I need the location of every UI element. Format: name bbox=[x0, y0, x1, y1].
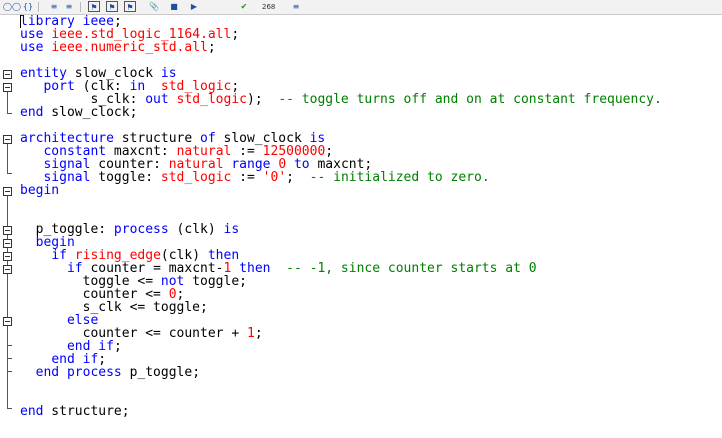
bookmark-prev-icon[interactable]: ⚑ bbox=[88, 1, 100, 12]
marker-icon[interactable]: ■ bbox=[168, 1, 180, 12]
code-token: ; bbox=[231, 27, 240, 42]
code-line[interactable] bbox=[20, 379, 662, 392]
code-text[interactable]: library ieee; use ieee.std_logic_1164.all… bbox=[20, 15, 662, 418]
fold-end bbox=[7, 371, 12, 372]
fold-gutter bbox=[0, 15, 17, 438]
fold-line bbox=[7, 92, 8, 113]
code-token: slow_clock; bbox=[43, 105, 138, 120]
glasses-icon[interactable]: ◯◯ bbox=[3, 1, 21, 12]
code-token: end process bbox=[35, 365, 122, 380]
code-token: ; bbox=[207, 40, 216, 55]
toolbar-separator bbox=[38, 2, 39, 12]
list-icon-2[interactable]: ≡ bbox=[63, 1, 75, 12]
code-token: is bbox=[223, 222, 240, 237]
bookmark-clear-icon[interactable]: ⚑ bbox=[124, 1, 136, 12]
fold-line bbox=[7, 345, 8, 358]
code-token: process bbox=[113, 222, 169, 237]
code-token: ; bbox=[113, 339, 122, 354]
code-token: ieee.numeric_std.all bbox=[51, 40, 208, 55]
code-token: std_logic bbox=[176, 92, 247, 107]
code-token: 1 bbox=[246, 326, 255, 341]
fold-toggle-entity[interactable] bbox=[3, 70, 12, 79]
fold-toggle-process-begin[interactable] bbox=[3, 239, 12, 248]
code-editor[interactable]: library ieee; use ieee.std_logic_1164.all… bbox=[0, 15, 722, 438]
fold-line bbox=[7, 326, 8, 345]
code-token: toggle: bbox=[90, 170, 161, 185]
fold-toggle-begin[interactable] bbox=[3, 187, 12, 196]
flag-icon[interactable]: ▶ bbox=[188, 1, 200, 12]
code-token: (clk) bbox=[168, 222, 224, 237]
code-token: structure; bbox=[43, 404, 130, 419]
code-line[interactable]: end structure; bbox=[20, 405, 662, 418]
fold-toggle-else[interactable] bbox=[3, 317, 12, 326]
text-cursor bbox=[20, 15, 21, 28]
code-line[interactable]: use ieee.numeric_std.all; bbox=[20, 41, 662, 54]
code-token: -- initialized to zero. bbox=[309, 170, 490, 185]
code-token: end bbox=[20, 404, 44, 419]
code-token: std_logic bbox=[160, 170, 232, 185]
fold-toggle-if-counter[interactable] bbox=[3, 265, 12, 274]
code-line[interactable]: signal toggle: std_logic := '0'; -- init… bbox=[20, 171, 662, 184]
code-line[interactable]: p_toggle: process (clk) is bbox=[20, 223, 662, 236]
fold-toggle-process[interactable] bbox=[3, 226, 12, 235]
code-token: '0' bbox=[262, 170, 287, 185]
code-line[interactable]: begin bbox=[20, 184, 662, 197]
code-token: ; bbox=[286, 170, 310, 185]
fold-end bbox=[7, 408, 12, 409]
code-token: ); bbox=[247, 92, 279, 107]
fold-line bbox=[7, 358, 8, 371]
fold-line bbox=[7, 144, 8, 173]
braces-icon[interactable]: {} bbox=[22, 1, 34, 12]
list-icon[interactable]: ≡ bbox=[48, 1, 60, 12]
line-count-icon[interactable]: 268 bbox=[262, 0, 275, 14]
code-line[interactable]: s_clk <= toggle; bbox=[20, 301, 662, 314]
toolbar: ◯◯ {} ≡ ≡ ⚑ ⚑ ⚑ 📎 ■ ▶ ✔ 268 ≡ bbox=[0, 0, 722, 15]
check-icon[interactable]: ✔ bbox=[238, 1, 250, 12]
fold-end bbox=[7, 113, 12, 114]
code-token: p_toggle; bbox=[121, 365, 201, 380]
code-token: -- toggle turns off and on at constant f… bbox=[278, 92, 662, 107]
code-token: ; bbox=[254, 326, 263, 341]
fold-toggle-architecture[interactable] bbox=[3, 135, 12, 144]
code-line[interactable] bbox=[20, 197, 662, 210]
code-token: toggle; bbox=[184, 274, 247, 289]
fold-end bbox=[7, 173, 12, 174]
code-line[interactable]: end if; bbox=[20, 340, 662, 353]
fold-line bbox=[7, 274, 8, 317]
code-token: -- -1, since counter starts at 0 bbox=[286, 261, 537, 276]
code-token: out bbox=[145, 92, 169, 107]
toolbar-separator bbox=[80, 2, 81, 12]
attach-icon[interactable]: 📎 bbox=[148, 1, 160, 12]
code-line[interactable]: end process p_toggle; bbox=[20, 366, 662, 379]
fold-toggle-if-rising-edge[interactable] bbox=[3, 252, 12, 261]
fold-toggle-port[interactable] bbox=[3, 83, 12, 92]
lines-icon[interactable]: ≡ bbox=[290, 1, 302, 12]
code-line[interactable]: end slow_clock; bbox=[20, 106, 662, 119]
bookmark-next-icon[interactable]: ⚑ bbox=[106, 1, 118, 12]
code-token: := bbox=[231, 170, 263, 185]
